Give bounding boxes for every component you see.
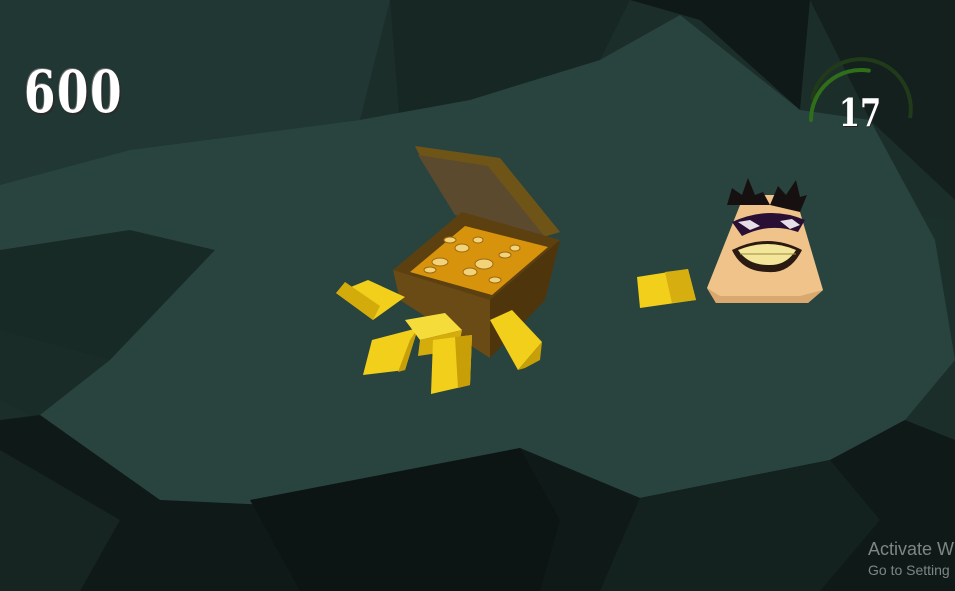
timer-value: 17 — [838, 90, 882, 135]
activation-watermark: Activate W Go to Setting — [868, 539, 954, 578]
watermark-subtitle: Go to Setting — [868, 562, 950, 578]
score-counter: 600 — [24, 58, 124, 126]
watermark-title: Activate W — [868, 539, 955, 559]
countdown-timer: 17 — [806, 62, 914, 142]
gold-bar-icon — [431, 335, 472, 394]
